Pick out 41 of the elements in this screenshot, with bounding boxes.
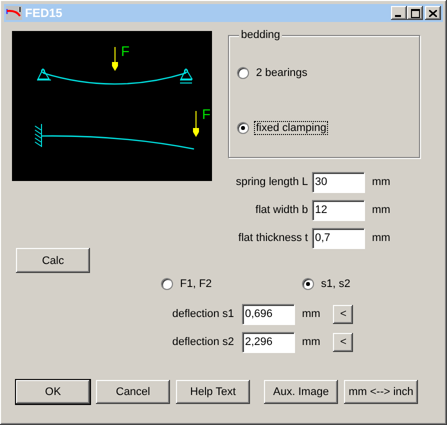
support-icon — [180, 68, 193, 84]
dialog-button[interactable]: Cancel — [96, 380, 170, 404]
input-field[interactable]: 0,7 — [312, 228, 364, 248]
field-label: deflection s2 — [171, 336, 234, 348]
force-arrow — [112, 46, 118, 71]
copy-button[interactable]: < — [333, 304, 354, 324]
unit-label: mm — [372, 232, 390, 244]
result-field[interactable]: 2,296 — [242, 332, 294, 352]
close-button[interactable] — [425, 6, 441, 20]
unit-label: mm — [302, 336, 320, 348]
minimize-button[interactable] — [391, 6, 407, 20]
dialog-button[interactable]: Help Text — [176, 380, 250, 404]
dialog-button[interactable]: OK — [16, 380, 90, 404]
maximize-icon — [410, 8, 420, 18]
force-label: F — [121, 43, 130, 59]
radio-option[interactable]: s1, s2 — [302, 277, 352, 291]
input-field[interactable]: 12 — [312, 200, 364, 220]
radio-option[interactable]: 2 bearings — [237, 66, 310, 80]
input-field[interactable]: 30 — [312, 172, 364, 192]
unit-label: mm — [372, 204, 390, 216]
dialog-button[interactable]: Aux. Image — [264, 380, 338, 404]
clamp-icon — [34, 124, 42, 148]
maximize-button[interactable] — [407, 6, 423, 20]
app-icon — [6, 6, 22, 20]
calc-button[interactable]: Calc — [16, 248, 90, 273]
field-label: flat width b — [254, 204, 308, 216]
unit-label: mm — [372, 176, 390, 188]
support-icon — [36, 68, 52, 80]
field-label: spring length L — [234, 176, 308, 188]
dialog-button[interactable]: mm <--> inch — [344, 380, 418, 404]
group-title: bedding — [239, 29, 282, 41]
window-title: FED15 — [25, 6, 62, 20]
field-label: flat thickness t — [237, 232, 308, 244]
force-arrow — [193, 110, 199, 137]
close-icon — [429, 10, 437, 16]
unit-label: mm — [302, 308, 320, 320]
radio-option[interactable]: F1, F2 — [161, 277, 214, 291]
result-field[interactable]: 0,696 — [242, 304, 294, 324]
copy-button[interactable]: < — [333, 332, 354, 352]
field-label: deflection s1 — [171, 308, 234, 320]
force-label: F — [202, 106, 211, 122]
